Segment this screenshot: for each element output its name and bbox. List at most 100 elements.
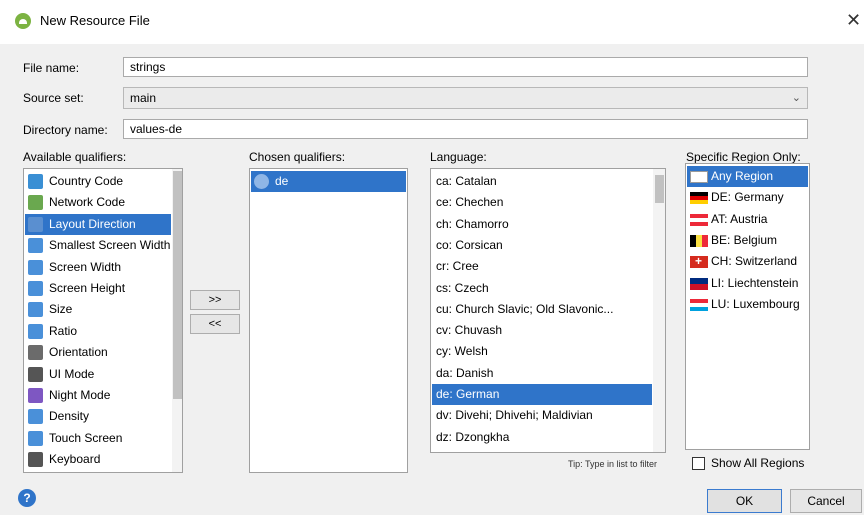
language-item[interactable]: cu: Church Slavic; Old Slavonic... bbox=[432, 299, 652, 320]
available-qualifier-item[interactable]: Touch Screen bbox=[25, 428, 171, 449]
row-label: Screen Height bbox=[49, 281, 126, 295]
network-code-icon bbox=[28, 195, 43, 211]
new-resource-file-dialog: New Resource File ✕ File name: strings S… bbox=[0, 0, 864, 515]
language-item[interactable]: dz: Dzongkha bbox=[432, 427, 652, 448]
swiss-cross-icon: + bbox=[695, 254, 703, 269]
available-scroll-thumb[interactable] bbox=[173, 171, 182, 399]
available-qualifier-item[interactable]: UI Mode bbox=[25, 364, 171, 385]
remove-qualifier-button[interactable]: << bbox=[190, 314, 240, 334]
help-icon[interactable]: ? bbox=[18, 489, 36, 507]
ui-mode-icon bbox=[28, 366, 43, 382]
region-item[interactable]: + CH: Switzerland bbox=[687, 251, 808, 272]
show-all-regions-checkbox[interactable] bbox=[692, 457, 705, 470]
country-code-icon bbox=[28, 174, 43, 189]
available-qualifiers-list[interactable]: Country Code Network Code Layout Direction… bbox=[23, 168, 183, 473]
row-label: Country Code bbox=[49, 174, 124, 188]
language-label: Language: bbox=[430, 150, 487, 164]
flag-de-icon bbox=[690, 192, 708, 205]
row-label: CH: Switzerland bbox=[711, 254, 798, 269]
row-label: Smallest Screen Width bbox=[49, 238, 171, 253]
row-label: LI: Liechtenstein bbox=[711, 275, 799, 290]
available-qualifier-item[interactable]: Country Code bbox=[25, 171, 171, 192]
add-qualifier-button[interactable]: >> bbox=[190, 290, 240, 310]
available-qualifier-item[interactable]: Layout Direction bbox=[25, 213, 171, 235]
row-label: Layout Direction bbox=[49, 216, 136, 231]
available-qualifier-item[interactable]: Screen Width bbox=[25, 257, 171, 278]
source-set-label: Source set: bbox=[23, 91, 84, 105]
language-list[interactable]: ca: Catalan ce: Chechen ch: Chamorro co: Co… bbox=[430, 168, 666, 453]
ok-button[interactable]: OK bbox=[707, 489, 782, 513]
available-qualifier-item[interactable]: Keyboard bbox=[25, 449, 171, 470]
language-item[interactable]: ch: Chamorro bbox=[432, 214, 652, 235]
android-studio-icon bbox=[15, 13, 31, 29]
flag-ch-icon: + bbox=[690, 254, 708, 269]
file-name-input[interactable]: strings bbox=[123, 57, 808, 77]
language-item[interactable]: dv: Divehi; Dhivehi; Maldivian bbox=[432, 405, 652, 426]
close-icon[interactable]: ✕ bbox=[846, 8, 864, 32]
row-label: Any Region bbox=[711, 169, 774, 183]
row-label: de bbox=[275, 174, 289, 188]
row-label: cu: Church Slavic; Old Slavonic... bbox=[436, 301, 614, 316]
size-icon bbox=[28, 302, 43, 318]
region-item[interactable]: LI: Liechtenstein bbox=[687, 273, 808, 294]
night-mode-icon bbox=[28, 388, 43, 403]
available-qualifier-item[interactable]: Ratio bbox=[25, 321, 171, 342]
chevron-down-icon: ⌄ bbox=[791, 92, 801, 104]
language-item[interactable]: cr: Cree bbox=[432, 256, 652, 277]
language-item[interactable]: da: Danish bbox=[432, 363, 652, 384]
available-qualifier-item[interactable]: Night Mode bbox=[25, 385, 171, 406]
available-qualifier-item[interactable]: Screen Height bbox=[25, 278, 171, 299]
chosen-qualifiers-label: Chosen qualifiers: bbox=[249, 150, 346, 164]
directory-name-input[interactable]: values-de bbox=[123, 119, 808, 139]
row-label: cr: Cree bbox=[436, 259, 479, 274]
region-item[interactable]: AT: Austria bbox=[687, 209, 808, 230]
available-scrollbar[interactable] bbox=[172, 169, 182, 472]
window-title: New Resource File bbox=[40, 13, 150, 28]
language-item[interactable]: cy: Welsh bbox=[432, 341, 652, 362]
language-item[interactable]: de: German bbox=[432, 384, 652, 405]
file-name-label: File name: bbox=[23, 61, 80, 75]
ratio-icon bbox=[28, 323, 43, 339]
orientation-icon bbox=[28, 345, 43, 361]
region-list[interactable]: Any Region DE: Germany AT: Austria BE: Belg… bbox=[685, 163, 810, 450]
region-item[interactable]: Any Region bbox=[687, 166, 808, 187]
language-scroll-thumb[interactable] bbox=[655, 175, 664, 203]
row-label: cv: Chuvash bbox=[436, 323, 503, 338]
flag-at-icon bbox=[690, 213, 708, 226]
row-label: Touch Screen bbox=[49, 430, 123, 445]
row-label: Night Mode bbox=[49, 388, 111, 402]
layout-direction-icon bbox=[28, 216, 43, 232]
row-label: Size bbox=[49, 302, 73, 317]
row-label: Screen Width bbox=[49, 259, 122, 274]
language-item[interactable]: ca: Catalan bbox=[432, 171, 652, 192]
language-item[interactable]: cv: Chuvash bbox=[432, 320, 652, 341]
row-label: cs: Czech bbox=[436, 280, 489, 295]
flag-lu-icon bbox=[690, 298, 708, 311]
language-item[interactable]: cs: Czech bbox=[432, 278, 652, 299]
row-label: dz: Dzongkha bbox=[436, 429, 510, 444]
directory-name-label: Directory name: bbox=[23, 123, 108, 137]
available-qualifier-item[interactable]: Network Code bbox=[25, 192, 171, 213]
region-item[interactable]: DE: Germany bbox=[687, 187, 808, 208]
available-qualifier-item[interactable]: Smallest Screen Width bbox=[25, 235, 171, 256]
filter-tip: Tip: Type in list to filter bbox=[568, 459, 658, 469]
row-label: Density bbox=[49, 409, 90, 424]
chosen-qualifiers-list[interactable]: de bbox=[249, 168, 408, 473]
region-item[interactable]: BE: Belgium bbox=[687, 230, 808, 251]
row-label: da: Danish bbox=[436, 365, 494, 380]
touch-screen-icon bbox=[28, 430, 43, 446]
row-label: Orientation bbox=[49, 345, 108, 360]
flag-li-icon bbox=[690, 277, 708, 290]
row-label: cy: Welsh bbox=[436, 344, 488, 359]
language-item[interactable]: co: Corsican bbox=[432, 235, 652, 256]
language-item[interactable]: ce: Chechen bbox=[432, 192, 652, 213]
available-qualifier-item[interactable]: Size bbox=[25, 299, 171, 320]
chosen-qualifier-item[interactable]: de bbox=[251, 171, 406, 192]
row-label: DE: Germany bbox=[711, 190, 784, 205]
available-qualifier-item[interactable]: Density bbox=[25, 406, 171, 427]
available-qualifier-item[interactable]: Orientation bbox=[25, 342, 171, 363]
language-scrollbar[interactable] bbox=[653, 169, 665, 452]
region-item[interactable]: LU: Luxembourg bbox=[687, 294, 808, 315]
source-set-dropdown[interactable]: main ⌄ bbox=[123, 87, 808, 109]
cancel-button[interactable]: Cancel bbox=[790, 489, 862, 513]
